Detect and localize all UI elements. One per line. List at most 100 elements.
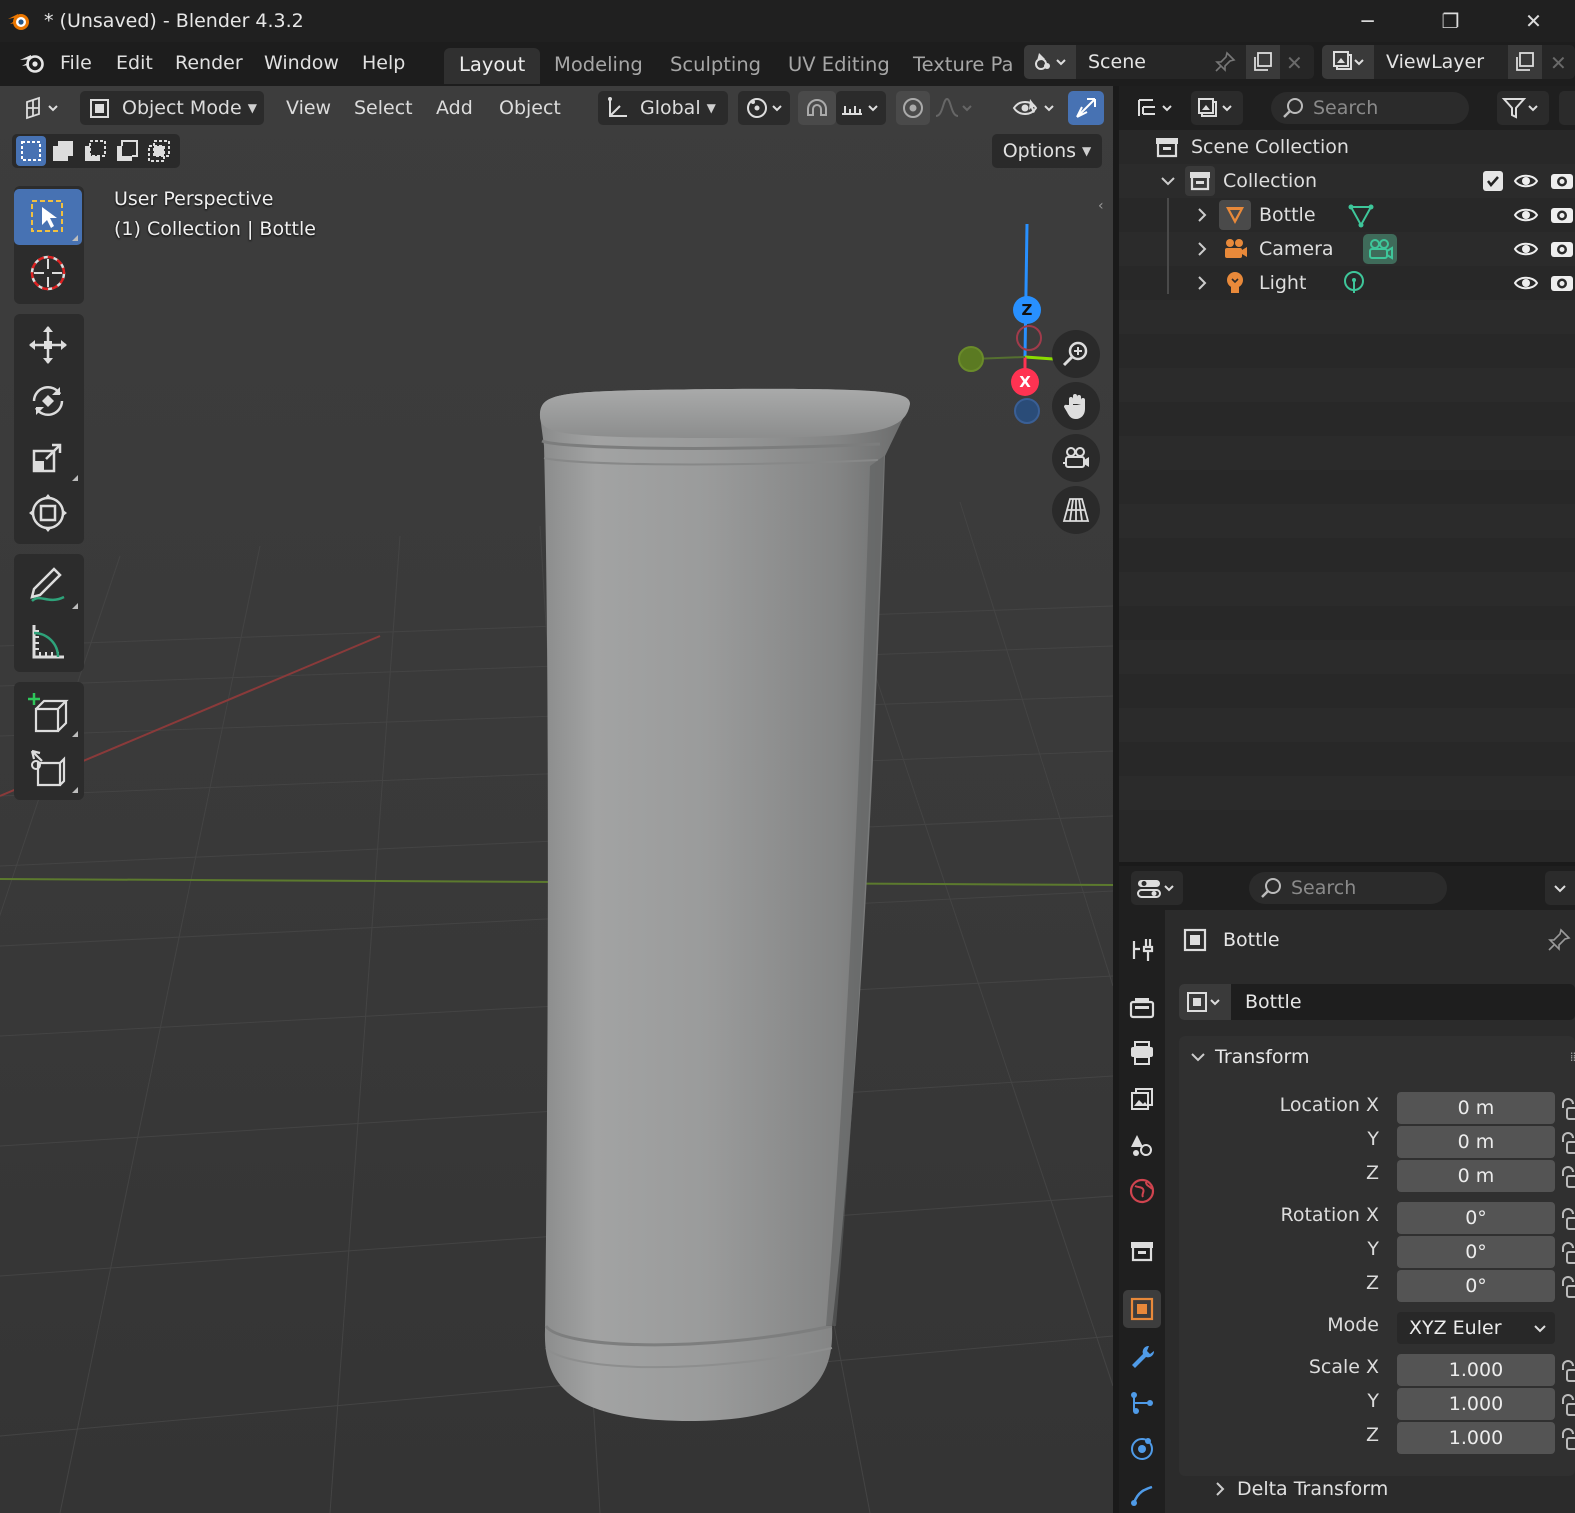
tab-texture-paint[interactable]: Texture Pa — [898, 48, 1019, 84]
properties-search-box[interactable] — [1249, 872, 1447, 904]
navigation-gizmo[interactable]: Z Y X — [950, 186, 1110, 424]
menu-render[interactable]: Render — [175, 48, 243, 78]
tab-scene[interactable] — [1123, 1126, 1161, 1164]
viewport-menu-add[interactable]: Add — [436, 91, 473, 125]
view-layer-selector[interactable]: ViewLayer ✕ — [1322, 45, 1575, 79]
outliner-filter-dropdown[interactable] — [1497, 91, 1549, 125]
menu-window[interactable]: Window — [264, 48, 339, 78]
location-y-lock-icon[interactable] — [1559, 1132, 1575, 1159]
outliner-row-light[interactable]: Light — [1119, 266, 1575, 300]
viewport-menu-object[interactable]: Object — [499, 91, 561, 125]
select-new-mode-icon[interactable] — [16, 136, 46, 166]
zoom-view-button[interactable] — [1052, 330, 1100, 378]
camera-data-icon[interactable] — [1363, 234, 1397, 264]
sidebar-toggle-icon[interactable]: ‹ — [1098, 198, 1112, 222]
view-layer-name[interactable]: ViewLayer — [1374, 51, 1484, 73]
scale-z-lock-icon[interactable] — [1559, 1428, 1575, 1455]
add-cube-tool[interactable] — [14, 685, 82, 741]
scene-browse-icon[interactable] — [1024, 45, 1076, 79]
tab-object[interactable] — [1123, 1290, 1161, 1328]
minimize-button[interactable]: ─ — [1326, 0, 1409, 42]
rotation-x-field[interactable]: 0° — [1397, 1202, 1555, 1234]
tab-view-layer[interactable] — [1123, 1080, 1161, 1118]
outliner-editor-type-button[interactable] — [1133, 91, 1181, 125]
select-intersect-mode-icon[interactable] — [144, 136, 174, 166]
chevron-right-icon[interactable] — [1193, 206, 1211, 224]
datablock-browse-button[interactable] — [1179, 984, 1231, 1020]
rotation-z-lock-icon[interactable] — [1559, 1276, 1575, 1303]
mesh-data-icon[interactable] — [1347, 203, 1375, 234]
bottle-render-camera-icon[interactable] — [1549, 204, 1575, 231]
outliner-row-bottle[interactable]: Bottle — [1119, 198, 1575, 232]
delta-transform-panel-header[interactable]: Delta Transform — [1211, 1474, 1388, 1504]
gizmo-toggle[interactable] — [1068, 91, 1104, 125]
scale-tool[interactable] — [14, 429, 82, 485]
menu-help[interactable]: Help — [362, 48, 405, 78]
tab-modifiers[interactable] — [1123, 1338, 1161, 1376]
outliner-row-camera[interactable]: Camera — [1119, 232, 1575, 266]
transform-tool[interactable] — [14, 485, 82, 541]
light-render-camera-icon[interactable] — [1549, 272, 1575, 299]
tab-constraints[interactable] — [1123, 1476, 1161, 1513]
tab-sculpting[interactable]: Sculpting — [655, 48, 776, 84]
tab-collection[interactable] — [1123, 1232, 1161, 1270]
properties-editor-type-button[interactable] — [1131, 871, 1183, 905]
move-tool[interactable] — [14, 317, 82, 373]
maximize-button[interactable]: ❐ — [1409, 0, 1492, 42]
outliner-search-box[interactable] — [1271, 92, 1469, 124]
location-z-field[interactable]: 0 m — [1397, 1160, 1555, 1192]
location-x-lock-icon[interactable] — [1559, 1098, 1575, 1125]
rotate-tool[interactable] — [14, 373, 82, 429]
light-visibility-eye-icon[interactable] — [1513, 272, 1539, 299]
gizmo-negative-z-button[interactable] — [1014, 398, 1040, 424]
outliner-row-scene-collection[interactable]: Scene Collection — [1119, 130, 1575, 164]
viewport-menu-view[interactable]: View — [286, 91, 331, 125]
extrude-tool[interactable] — [14, 741, 82, 797]
menu-edit[interactable]: Edit — [116, 48, 153, 78]
tab-tool[interactable] — [1123, 930, 1161, 968]
exclude-checkbox[interactable] — [1483, 171, 1503, 191]
blender-menu-icon[interactable] — [14, 48, 50, 78]
tab-layout[interactable]: Layout — [444, 48, 541, 84]
scale-x-lock-icon[interactable] — [1559, 1360, 1575, 1387]
rotation-x-lock-icon[interactable] — [1559, 1208, 1575, 1235]
outliner-row-collection[interactable]: Collection — [1119, 164, 1575, 198]
chevron-right-icon[interactable] — [1193, 274, 1211, 292]
proportional-edit-toggle[interactable] — [896, 91, 930, 125]
location-x-field[interactable]: 0 m — [1397, 1092, 1555, 1124]
measure-tool[interactable] — [14, 613, 82, 669]
scale-y-field[interactable]: 1.000 — [1397, 1388, 1555, 1420]
rotation-y-lock-icon[interactable] — [1559, 1242, 1575, 1269]
tab-uv-editing[interactable]: UV Editing — [773, 48, 905, 84]
properties-search-input[interactable] — [1291, 877, 1431, 899]
light-data-icon[interactable] — [1341, 270, 1367, 301]
select-invert-mode-icon[interactable] — [112, 136, 142, 166]
menu-file[interactable]: File — [60, 48, 92, 78]
transform-orientation-dropdown[interactable]: Global ▼ — [598, 91, 728, 125]
duplicate-view-layer-icon[interactable] — [1508, 45, 1542, 79]
select-subtract-mode-icon[interactable] — [80, 136, 110, 166]
chevron-right-icon[interactable] — [1193, 240, 1211, 258]
rotation-mode-dropdown[interactable]: XYZ Euler — [1397, 1312, 1555, 1344]
scene-name[interactable]: Scene — [1076, 51, 1146, 73]
scale-x-field[interactable]: 1.000 — [1397, 1354, 1555, 1386]
select-box-tool[interactable] — [14, 189, 82, 245]
location-y-field[interactable]: 0 m — [1397, 1126, 1555, 1158]
datablock-name[interactable]: Bottle — [1245, 991, 1302, 1013]
scale-y-lock-icon[interactable] — [1559, 1394, 1575, 1421]
pan-view-button[interactable] — [1052, 382, 1100, 430]
duplicate-scene-icon[interactable] — [1246, 45, 1280, 79]
rotation-y-field[interactable]: 0° — [1397, 1236, 1555, 1268]
tab-output[interactable] — [1123, 1034, 1161, 1072]
pin-icon[interactable] — [1214, 51, 1236, 78]
annotate-tool[interactable] — [14, 557, 82, 613]
rotation-z-field[interactable]: 0° — [1397, 1270, 1555, 1302]
select-extend-mode-icon[interactable] — [48, 136, 78, 166]
snap-target-dropdown[interactable] — [836, 91, 886, 125]
pivot-point-dropdown[interactable] — [738, 91, 790, 125]
gizmo-x-axis-button[interactable]: X — [1011, 368, 1039, 396]
drag-handle-icon[interactable]: ⁞⁞⁞⁞ — [1570, 1050, 1575, 1064]
tab-physics[interactable] — [1123, 1430, 1161, 1468]
properties-options-dropdown[interactable] — [1545, 871, 1575, 905]
visibility-dropdown[interactable] — [1008, 91, 1062, 125]
